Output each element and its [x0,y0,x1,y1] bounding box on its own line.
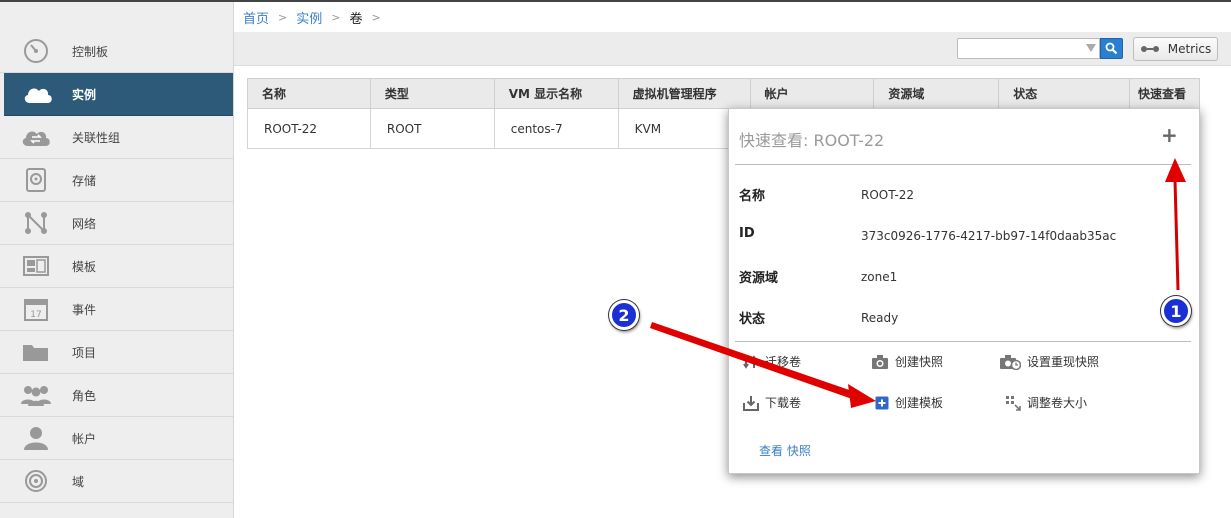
search-field[interactable] [957,38,1100,59]
breadcrumb-separator: > [278,10,288,24]
table-header-row: 名称 类型 VM 显示名称 虚拟机管理程序 帐户 资源域 状态 快速查看 [247,78,1200,109]
column-header-zone[interactable]: 资源域 [873,78,1000,109]
column-header-account[interactable]: 帐户 [749,78,875,109]
cell-name[interactable]: ROOT-22 [247,108,371,149]
detail-key-name: 名称 [739,189,766,204]
detail-key-id: ID [739,226,755,241]
sidebar-item-label: 模板 [72,259,97,274]
sidebar-item-label: 控制板 [72,44,109,59]
dashboard-gauge-icon [0,38,72,64]
template-icon [0,256,72,276]
breadcrumb-home[interactable]: 首页 [243,8,269,27]
column-header-hypervisor[interactable]: 虚拟机管理程序 [617,78,751,109]
detail-key-zone: 资源域 [739,271,779,286]
sidebar-item-label: 帐户 [72,431,97,446]
sidebar-item-templates[interactable]: 模板 [0,245,233,288]
sidebar-item-label: 实例 [72,87,97,102]
column-header-vm-display-name[interactable]: VM 显示名称 [493,78,619,109]
migrate-icon [743,354,757,369]
sidebar-item-projects[interactable]: 项目 [0,331,233,374]
action-label: 创建快照 [895,355,944,369]
sidebar-item-storage[interactable]: 存储 [0,159,233,202]
sidebar-item-instances[interactable]: 实例 [4,73,233,116]
create-template-icon [875,396,889,409]
sidebar: 控制板 实例 关联性组 存储 网络 模板 17 事件 项目 角色 帐户 域 [0,2,234,518]
chevron-down-icon[interactable] [1086,44,1096,52]
sidebar-item-dashboard[interactable]: 控制板 [0,30,233,73]
column-header-quickview: 快速查看 [1129,78,1200,109]
action-resize-volume[interactable]: 调整卷大小 [1005,394,1087,411]
domain-target-icon [0,469,72,493]
step-badge-1: 1 [1161,296,1191,326]
sidebar-item-roles[interactable]: 角色 [0,374,233,417]
folder-icon [0,342,72,362]
breadcrumb-separator: > [371,10,381,24]
quickview-title: 快速查看: ROOT-22 [739,131,885,150]
step-badge-2: 2 [609,300,639,330]
sidebar-item-label: 角色 [72,388,97,403]
action-label: 迁移卷 [765,355,802,369]
view-snapshots-link[interactable]: 查看 快照 [759,442,811,459]
action-label: 调整卷大小 [1027,396,1088,410]
column-header-type[interactable]: 类型 [369,78,495,109]
calendar-icon: 17 [0,297,72,321]
sidebar-item-label: 域 [72,474,85,489]
metrics-button[interactable]: Metrics [1133,37,1218,61]
action-label: 设置重现快照 [1027,355,1100,369]
search-icon [1105,42,1118,55]
action-label: 下载卷 [765,396,802,410]
sidebar-item-label: 关联性组 [72,130,121,145]
search-input[interactable] [958,39,1078,58]
sidebar-item-label: 项目 [72,345,97,360]
detail-value-name: ROOT-22 [861,188,915,202]
breadcrumb-instances[interactable]: 实例 [296,8,322,27]
action-create-template[interactable]: 创建模板 [875,394,943,411]
user-icon [0,426,72,450]
action-label: 创建模板 [895,396,944,410]
sidebar-item-label: 事件 [72,302,97,317]
sidebar-item-label: 存储 [72,173,97,188]
download-icon [743,395,759,411]
metrics-icon [1140,46,1159,52]
action-recurring-snapshot[interactable]: 设置重现快照 [999,353,1099,370]
detail-key-state: 状态 [739,312,766,327]
recurring-snapshot-icon [1000,354,1021,370]
divider [735,164,1191,165]
sidebar-item-label: 网络 [72,216,97,231]
camera-icon [872,354,888,369]
divider [735,341,1191,342]
resize-icon [1006,395,1021,411]
detail-value-state: Ready [861,311,899,325]
toolbar: Metrics [234,32,1231,66]
users-group-icon [0,384,72,406]
action-take-snapshot[interactable]: 创建快照 [871,353,943,370]
breadcrumb: 首页 > 实例 > 卷 > [234,2,1231,32]
storage-disk-icon [0,168,72,192]
cloud-icon [4,83,72,105]
quickview-expand-icon[interactable]: + [1161,125,1178,145]
search-button[interactable] [1100,38,1123,59]
column-header-name[interactable]: 名称 [247,78,371,109]
breadcrumb-separator: > [331,10,341,24]
sidebar-item-events[interactable]: 17 事件 [0,288,233,331]
calendar-day-text: 17 [30,310,41,320]
detail-value-zone: zone1 [861,270,898,284]
sidebar-item-domains[interactable]: 域 [0,460,233,503]
cloud-arrows-icon [0,126,72,148]
breadcrumb-volumes: 卷 [349,11,363,27]
sidebar-item-network[interactable]: 网络 [0,202,233,245]
cell-vm-display-name: centos-7 [493,108,619,149]
quickview-panel: 快速查看: ROOT-22 + 名称 ROOT-22 ID 373c0926-1… [728,108,1200,474]
column-header-state[interactable]: 状态 [998,78,1131,109]
cell-type: ROOT [369,108,495,149]
action-migrate-volume[interactable]: 迁移卷 [743,353,801,370]
network-icon [0,211,72,235]
action-download-volume[interactable]: 下载卷 [743,394,801,411]
sidebar-item-accounts[interactable]: 帐户 [0,417,233,460]
detail-value-id: 373c0926-1776-4217-bb97-14f0daab35ac [861,229,1117,243]
sidebar-top-spacer [0,2,233,30]
sidebar-item-affinity-groups[interactable]: 关联性组 [0,116,233,159]
metrics-label: Metrics [1167,42,1212,56]
